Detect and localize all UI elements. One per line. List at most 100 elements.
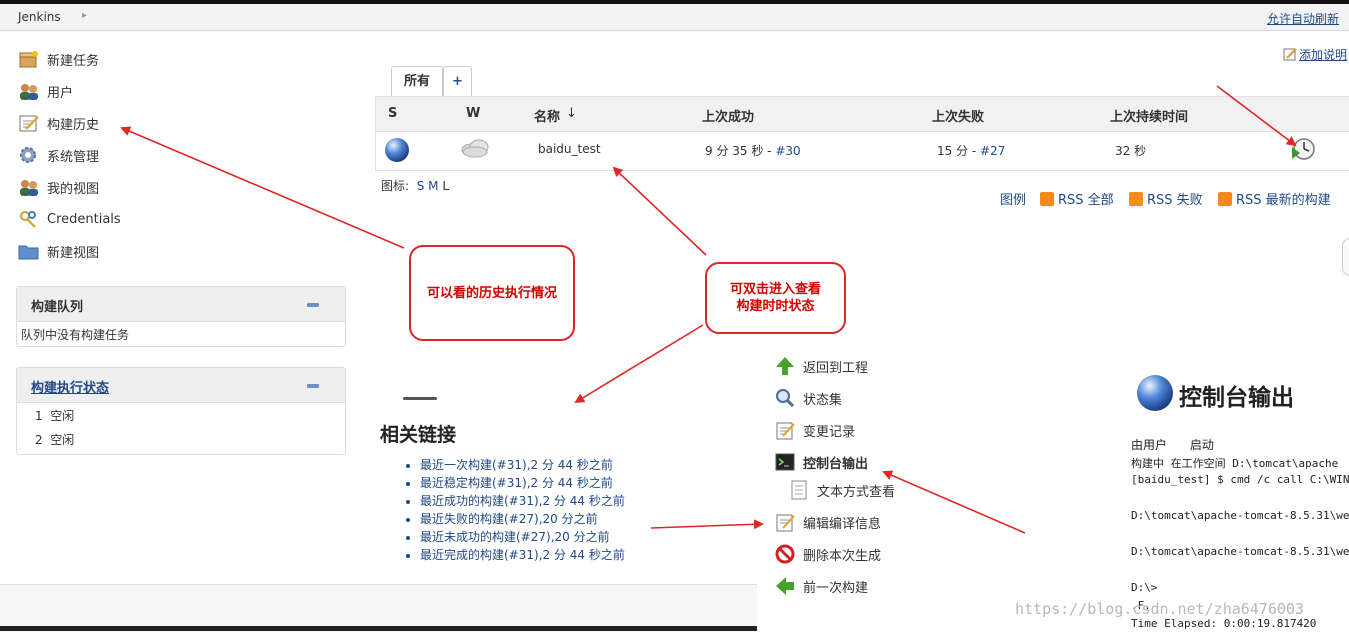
col-name[interactable]: 名称: [534, 106, 560, 125]
executor-status-title[interactable]: 构建执行状态: [31, 377, 109, 396]
blue-ball-icon: [1136, 374, 1174, 412]
menu-console-output[interactable]: 控制台输出: [775, 450, 868, 474]
up-arrow-icon: [775, 356, 795, 376]
menu-edit-build-info[interactable]: 编辑编译信息: [775, 510, 881, 534]
sidebar-item-new-job[interactable]: 新建任务: [18, 48, 99, 70]
page-footer: [0, 584, 757, 632]
edit-icon: [1283, 47, 1297, 61]
chevron-right-icon[interactable]: ▸: [82, 10, 87, 21]
related-link[interactable]: 最近未成功的构建(#27),20 分之前: [420, 530, 610, 544]
left-arrow-icon: [775, 576, 795, 596]
related-link[interactable]: 最近完成的构建(#31),2 分 44 秒之前: [420, 548, 625, 562]
new-job-icon: [18, 50, 40, 68]
callout-line: 构建时时状态: [736, 299, 815, 314]
rss-all[interactable]: RSS 全部: [1040, 189, 1114, 208]
rss-failed-link[interactable]: RSS 失败: [1147, 193, 1203, 208]
list-item: 最近失败的构建(#27),20 分之前: [420, 510, 625, 528]
related-link[interactable]: 最近成功的构建(#31),2 分 44 秒之前: [420, 494, 625, 508]
callout-line: 可双击进入查看: [729, 282, 821, 297]
last-success-cell: 9 分 35 秒 - #30: [705, 142, 801, 159]
console-line: Time Elapsed: 0:00:19.817420: [1131, 617, 1317, 630]
last-duration-cell: 32 秒: [1115, 144, 1147, 158]
console-line: D:\tomcat\apache-tomcat-8.5.31\web: [1131, 545, 1349, 558]
icon-size-s[interactable]: S: [417, 179, 425, 193]
rss-latest[interactable]: RSS 最新的构建: [1218, 189, 1331, 208]
sidebar-item-users[interactable]: 用户: [18, 80, 73, 102]
executor-status-header: 构建执行状态: [17, 368, 345, 403]
cloudy-icon: [459, 137, 491, 159]
build-queue-pane: 构建队列 队列中没有构建任务: [16, 286, 346, 347]
arrow-to-edit-info: [650, 519, 764, 530]
minimize-icon[interactable]: [307, 303, 319, 307]
list-item: 最近未成功的构建(#27),20 分之前: [420, 528, 625, 546]
arrow-to-build-history: [120, 126, 405, 249]
menu-changes[interactable]: 变更记录: [775, 418, 855, 442]
menu-delete-build[interactable]: 删除本次生成: [775, 542, 881, 566]
rss-icon: [1129, 192, 1143, 206]
job-name-link[interactable]: baidu_test: [538, 142, 601, 156]
icon-size-selector: 图标: S M L: [381, 177, 449, 194]
console-line: D:\tomcat\apache-tomcat-8.5.31\web: [1131, 509, 1349, 522]
sidebar-item-label: 新建任务: [47, 53, 100, 69]
tab-add-view[interactable]: +: [443, 66, 472, 98]
breadcrumb-jenkins[interactable]: Jenkins: [18, 10, 61, 24]
terminal-icon: [775, 452, 795, 472]
last-failure-cell: 15 分 - #27: [937, 142, 1005, 159]
arrow-to-related-links: [574, 324, 704, 404]
tab-all[interactable]: 所有: [391, 66, 443, 98]
col-last-success[interactable]: 上次成功: [702, 106, 754, 125]
menu-status[interactable]: 状态集: [775, 386, 842, 410]
rss-all-link[interactable]: RSS 全部: [1058, 193, 1114, 208]
console-title: 控制台输出: [1179, 385, 1294, 411]
minimize-icon[interactable]: [307, 384, 319, 388]
list-item: 最近完成的构建(#31),2 分 44 秒之前: [420, 546, 625, 564]
executor-row: 2 空闲: [35, 431, 74, 448]
col-weather[interactable]: W: [466, 106, 480, 121]
list-item: 最近稳定构建(#31),2 分 44 秒之前: [420, 474, 625, 492]
console-line: D:\>: [1131, 581, 1158, 594]
build-link[interactable]: #27: [980, 144, 1005, 158]
menu-label: 编辑编译信息: [803, 516, 882, 532]
menu-plain-text[interactable]: 文本方式查看: [789, 478, 895, 502]
sidebar-item-manage[interactable]: 系统管理: [18, 144, 99, 166]
menu-label: 前一次构建: [803, 580, 869, 596]
add-description-link[interactable]: 添加说明: [1299, 46, 1347, 63]
related-link[interactable]: 最近失败的构建(#27),20 分之前: [420, 512, 598, 526]
rss-failed[interactable]: RSS 失败: [1129, 189, 1203, 208]
callout-history: 可以看的历史执行情况: [409, 245, 575, 341]
sidebar-item-my-views[interactable]: 我的视图: [18, 176, 99, 198]
rss-latest-link[interactable]: RSS 最新的构建: [1236, 193, 1331, 208]
schedule-build-icon[interactable]: [1291, 137, 1315, 161]
menu-label: 删除本次生成: [803, 548, 882, 564]
sidebar-item-label: 系统管理: [47, 149, 100, 165]
document-icon: [789, 480, 809, 500]
callout-double-click: 可双击进入查看 构建时时状态: [705, 262, 846, 334]
build-link[interactable]: #30: [775, 144, 800, 158]
sidebar-item-label: Credentials: [47, 211, 121, 227]
sidebar-item-build-history[interactable]: 构建历史: [18, 112, 99, 134]
sidebar-item-label: 用户: [47, 85, 74, 101]
notepad-icon: [775, 512, 795, 532]
watermark: https://blog.csdn.net/zha6476003: [1015, 600, 1304, 618]
col-last-duration[interactable]: 上次持续时间: [1110, 106, 1188, 125]
col-status[interactable]: S: [388, 106, 397, 121]
related-link[interactable]: 最近一次构建(#31),2 分 44 秒之前: [420, 458, 613, 472]
scroll-handle[interactable]: [1342, 238, 1349, 276]
arrow-to-console-output: [882, 470, 1026, 534]
gear-icon: [18, 146, 40, 164]
related-link[interactable]: 最近稳定构建(#31),2 分 44 秒之前: [420, 476, 613, 490]
sidebar-item-new-view[interactable]: 新建视图: [18, 240, 99, 262]
sidebar-item-credentials[interactable]: Credentials: [18, 208, 121, 230]
menu-back-to-project[interactable]: 返回到工程: [775, 354, 868, 378]
rss-icon: [1040, 192, 1054, 206]
menu-previous-build[interactable]: 前一次构建: [775, 574, 868, 598]
table-header: S W 名称 ↓ 上次成功 上次失败 上次持续时间: [376, 97, 1349, 132]
console-line: 构建中 在工作空间 D:\tomcat\apache: [1131, 457, 1339, 470]
legend-link[interactable]: 图例: [1000, 189, 1026, 208]
icon-size-m[interactable]: M: [428, 179, 438, 193]
col-last-failure[interactable]: 上次失败: [932, 106, 984, 125]
auto-refresh-link[interactable]: 允许自动刷新: [1267, 10, 1339, 27]
sort-arrow-icon[interactable]: ↓: [566, 106, 577, 121]
magnifier-icon: [775, 388, 795, 408]
divider: [403, 397, 437, 400]
